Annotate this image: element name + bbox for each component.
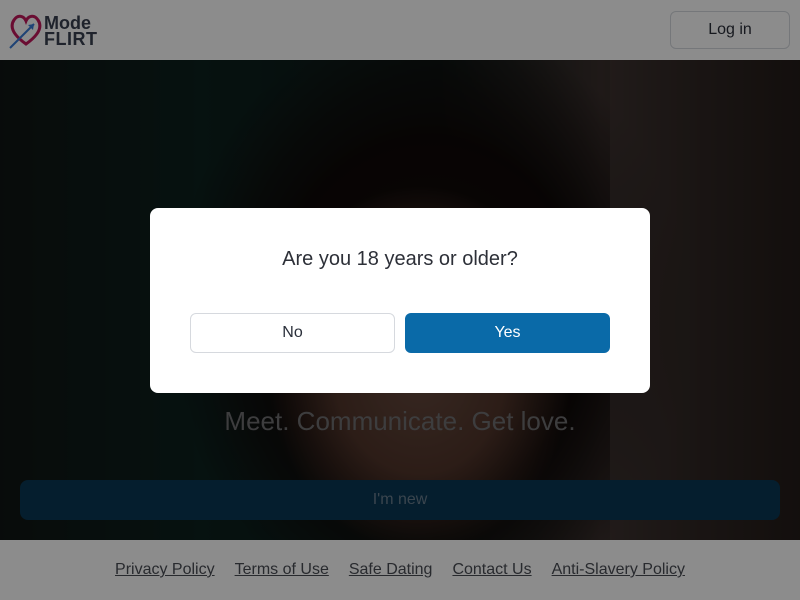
age-question: Are you 18 years or older?: [282, 248, 518, 270]
no-button[interactable]: No: [190, 313, 395, 353]
age-verification-dialog: Are you 18 years or older? No Yes: [150, 208, 650, 393]
yes-button[interactable]: Yes: [405, 313, 610, 353]
